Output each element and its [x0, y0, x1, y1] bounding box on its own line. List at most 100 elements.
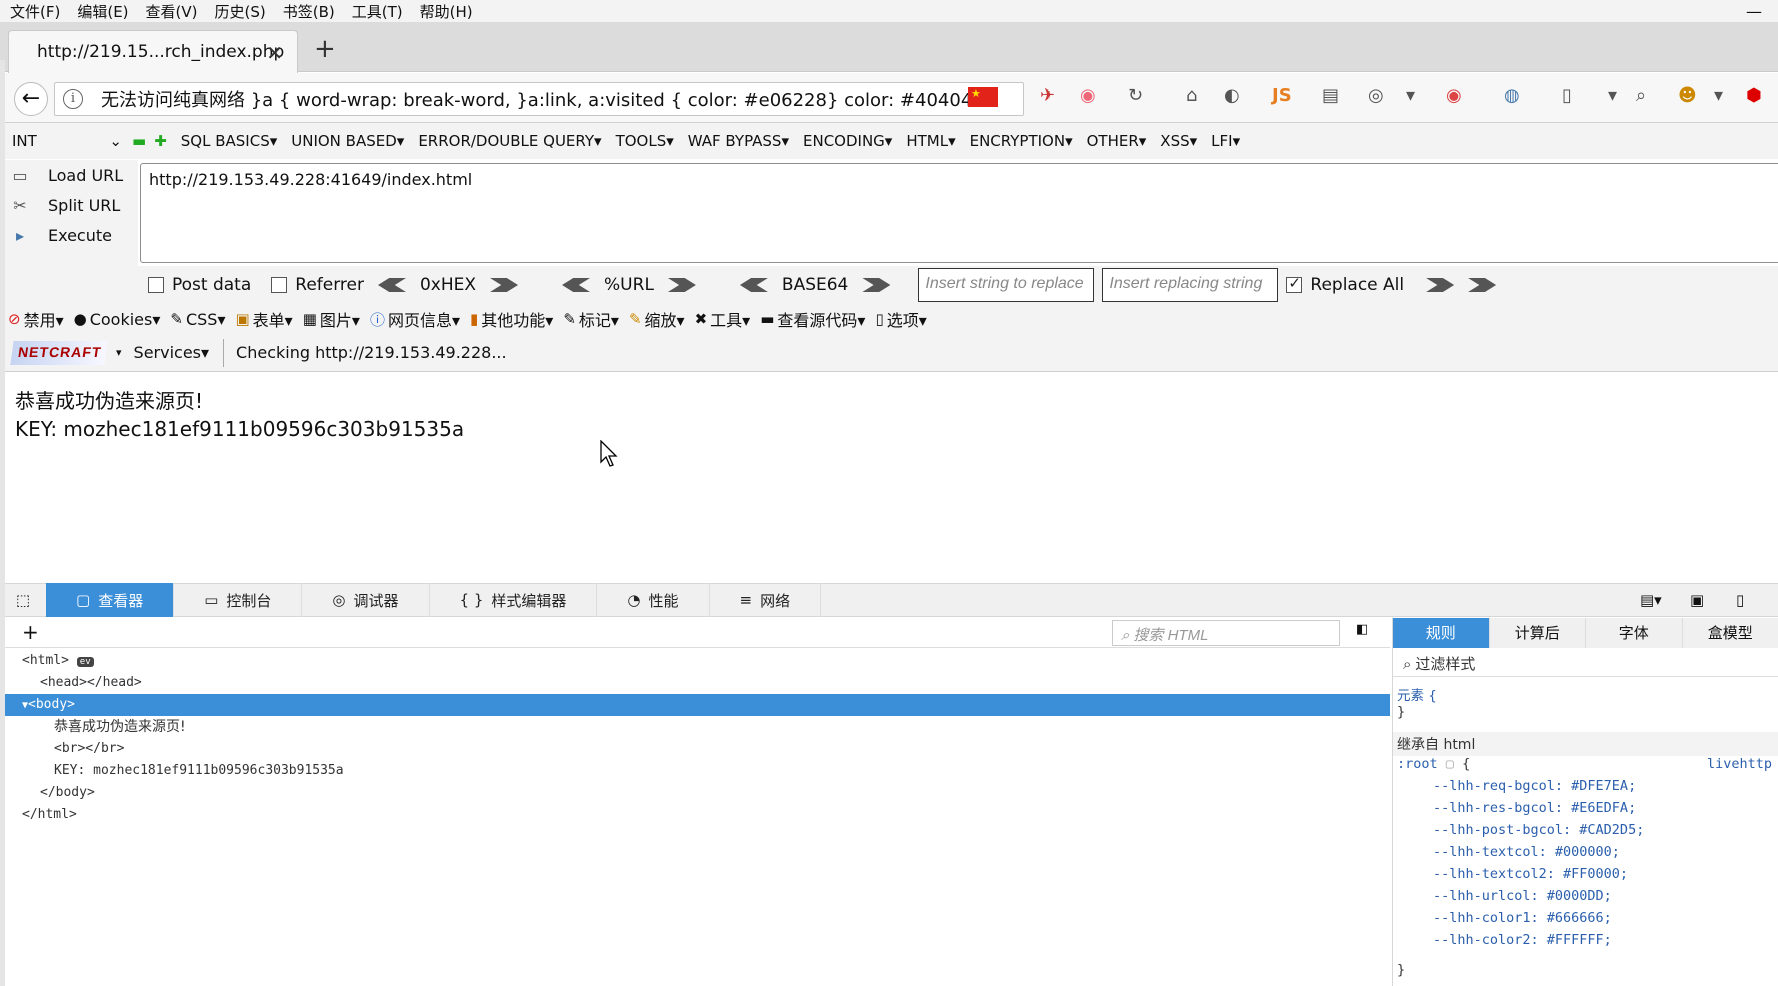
wd-misc[interactable]: ▮ 其他功能▾: [470, 307, 553, 331]
tree-html-open[interactable]: <html> ev: [0, 650, 1390, 672]
int-select[interactable]: INT ⌄: [12, 132, 122, 150]
devices-icon[interactable]: ▯: [1562, 85, 1572, 106]
execute-button[interactable]: ▸ Execute: [10, 226, 112, 245]
wd-css[interactable]: ✎ CSS▾: [170, 310, 225, 329]
layout-icon[interactable]: ▤▾: [1640, 591, 1662, 609]
palette-icon[interactable]: ◎: [1368, 85, 1384, 106]
wd-cookies[interactable]: ● Cookies▾: [74, 310, 161, 329]
adblock-icon[interactable]: ⬢: [1746, 85, 1762, 106]
tab-box-model[interactable]: 盒模型: [1683, 618, 1778, 648]
netcraft-logo[interactable]: NETCRAFT: [10, 340, 108, 365]
hackbar-url-input[interactable]: http://219.153.49.228:41649/index.html: [140, 163, 1778, 263]
satellite-icon[interactable]: ◍: [1504, 85, 1520, 106]
menu-view[interactable]: 查看(V): [146, 1, 198, 22]
chevron-down-icon[interactable]: ▾: [116, 346, 122, 359]
tree-text-node[interactable]: 恭喜成功伪造来源页!: [0, 716, 1390, 738]
hackbar-encryption[interactable]: ENCRYPTION▾: [970, 132, 1073, 150]
css-variable[interactable]: --lhh-urlcol: #0000DD;: [1433, 888, 1612, 904]
base64-decode-button[interactable]: [739, 278, 768, 292]
replace-reverse-button[interactable]: [1468, 278, 1497, 292]
dock-icon[interactable]: ▯: [1736, 591, 1744, 609]
url-decode-button[interactable]: [562, 278, 591, 292]
tab-fonts[interactable]: 字体: [1586, 618, 1683, 648]
back-button[interactable]: ←: [14, 82, 48, 116]
menu-help[interactable]: 帮助(H): [420, 1, 473, 22]
tab-inspector[interactable]: ▢ 查看器: [46, 583, 175, 617]
load-url-button[interactable]: ▭ Load URL: [10, 166, 123, 185]
copy-icon[interactable]: ▢: [1446, 756, 1454, 772]
wd-page-info[interactable]: ⓘ 网页信息▾: [370, 307, 460, 331]
cookie-icon[interactable]: ◉: [1080, 85, 1096, 106]
info-icon[interactable]: i: [63, 89, 83, 109]
tree-body-open[interactable]: ▼<body>: [0, 694, 1390, 716]
tab-performance[interactable]: ◔ 性能: [597, 583, 710, 617]
referrer-checkbox[interactable]: Referrer: [271, 275, 364, 295]
rule-source-link[interactable]: livehttp: [1707, 756, 1772, 772]
wd-view-source[interactable]: ▬ 查看源代码▾: [760, 307, 865, 331]
split-icon[interactable]: ▣: [1690, 591, 1704, 609]
hackbar-html[interactable]: HTML▾: [906, 132, 955, 150]
split-url-button[interactable]: ✂ Split URL: [10, 196, 120, 215]
hackbar-waf-bypass[interactable]: WAF BYPASS▾: [688, 132, 789, 150]
sidebar-toggle-icon[interactable]: ◧: [1356, 622, 1368, 637]
browser-tab[interactable]: http://219.15...rch_index.php ✕: [8, 30, 298, 73]
zoom-icon[interactable]: ⌕: [1636, 85, 1646, 106]
wd-options[interactable]: ▯ 选项▾: [875, 307, 926, 331]
replace-button[interactable]: [1426, 278, 1455, 292]
chevron-down-icon[interactable]: ▾: [1406, 85, 1415, 106]
wd-disable[interactable]: ⊘ 禁用▾: [8, 307, 64, 331]
hackbar-tools[interactable]: TOOLS▾: [616, 132, 674, 150]
menu-tools[interactable]: 工具(T): [352, 1, 403, 22]
event-badge[interactable]: ev: [76, 657, 94, 667]
shield-icon[interactable]: ◉: [1446, 85, 1462, 106]
tab-computed[interactable]: 计算后: [1490, 618, 1586, 648]
tree-key-text[interactable]: KEY: mozhec181ef9111b09596c303b91535a: [0, 760, 1390, 782]
wd-outline[interactable]: ✎ 标记▾: [563, 307, 619, 331]
hackbar-error-double-query[interactable]: ERROR/DOUBLE QUERY▾: [418, 132, 601, 150]
new-tab-button[interactable]: +: [314, 34, 336, 64]
hackbar-union-based[interactable]: UNION BASED▾: [291, 132, 404, 150]
wd-tools[interactable]: ✖ 工具▾: [695, 307, 751, 331]
tab-style-editor[interactable]: { } 样式编辑器: [430, 583, 598, 617]
close-icon[interactable]: ✕: [266, 41, 283, 65]
wd-forms[interactable]: ▣ 表单▾: [235, 307, 292, 331]
wd-resize[interactable]: ✎ 缩放▾: [629, 307, 685, 331]
monkey-icon[interactable]: ☻: [1678, 85, 1697, 106]
hackbar-sql-basics[interactable]: SQL BASICS▾: [181, 132, 277, 150]
pick-element-icon[interactable]: ⬚: [0, 591, 46, 609]
services-menu[interactable]: Services▾: [134, 343, 210, 362]
menu-file[interactable]: 文件(F): [10, 1, 60, 22]
hex-decode-button[interactable]: [377, 278, 406, 292]
tree-html-close[interactable]: </html>: [0, 804, 1390, 826]
menu-bookmarks[interactable]: 书签(B): [283, 1, 335, 22]
filter-styles-input[interactable]: ⌕ 过滤样式: [1393, 649, 1778, 677]
css-variable[interactable]: --lhh-color2: #FFFFFF;: [1433, 932, 1612, 948]
chevron-down-icon[interactable]: ▾: [1714, 85, 1723, 106]
tab-network[interactable]: ≡ 网络: [710, 583, 822, 617]
base64-encode-button[interactable]: [862, 278, 891, 292]
minimize-icon[interactable]: —: [1746, 2, 1762, 21]
add-node-icon[interactable]: +: [22, 620, 39, 644]
tab-debugger[interactable]: ◎ 调试器: [302, 583, 430, 617]
replacing-string-input[interactable]: Insert replacing string: [1102, 268, 1279, 302]
minus-icon[interactable]: ▬: [132, 132, 146, 150]
js-icon[interactable]: JS: [1272, 85, 1292, 106]
css-variable[interactable]: --lhh-res-bgcol: #E6EDFA;: [1433, 800, 1636, 816]
post-data-checkbox[interactable]: Post data: [148, 275, 251, 295]
tab-rules[interactable]: 规则: [1393, 618, 1490, 648]
url-bar[interactable]: i 无法访问纯真网络 }a { word-wrap: break-word, }…: [54, 82, 1024, 116]
replace-all-checkbox[interactable]: Replace All: [1286, 274, 1404, 295]
hackbar-lfi[interactable]: LFI▾: [1211, 132, 1240, 150]
menu-edit[interactable]: 编辑(E): [77, 1, 128, 22]
globe-icon[interactable]: ◐: [1224, 85, 1240, 106]
tree-body-close[interactable]: </body>: [0, 782, 1390, 804]
replace-string-input[interactable]: Insert string to replace: [918, 268, 1095, 302]
tree-br[interactable]: <br></br>: [0, 738, 1390, 760]
rocket-icon[interactable]: ✈: [1040, 85, 1055, 106]
css-variable[interactable]: --lhh-textcol2: #FF0000;: [1433, 866, 1628, 882]
hackbar-encoding[interactable]: ENCODING▾: [803, 132, 892, 150]
tab-console[interactable]: ▭ 控制台: [174, 583, 303, 617]
tree-head[interactable]: <head></head>: [0, 672, 1390, 694]
hackbar-xss[interactable]: XSS▾: [1160, 132, 1197, 150]
chevron-down-icon[interactable]: ▾: [1608, 85, 1617, 106]
